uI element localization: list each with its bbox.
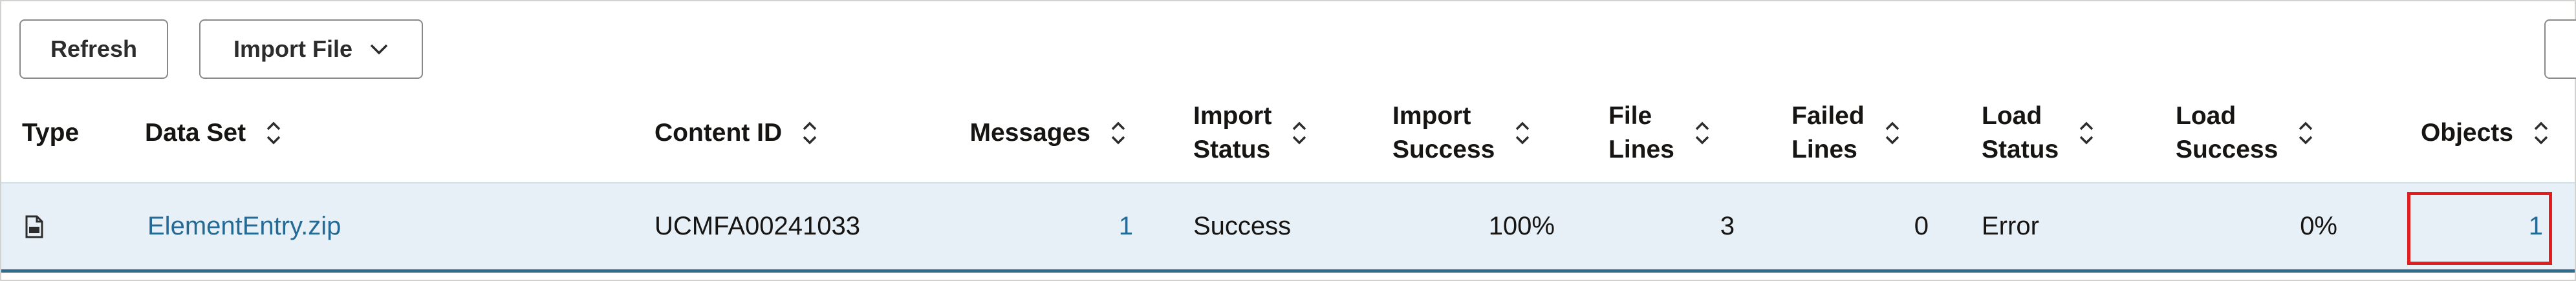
import-status-value: Success: [1193, 212, 1292, 240]
sort-icon[interactable]: [1694, 120, 1711, 147]
table-row[interactable]: ElementEntry.zip UCMFA00241033 1 Success…: [1, 182, 2575, 273]
column-header-objects[interactable]: Objects: [2355, 84, 2549, 182]
import-file-button-label: Import File: [233, 36, 352, 62]
sort-icon[interactable]: [265, 120, 282, 147]
table-header: Type Data Set Content ID Messages Import…: [1, 84, 2575, 182]
load-success-cell: 0%: [2174, 183, 2337, 269]
sort-icon[interactable]: [801, 120, 818, 147]
content-id-value: UCMFA00241033: [655, 212, 860, 240]
sort-icon[interactable]: [2297, 120, 2314, 147]
data-set-cell: ElementEntry.zip: [147, 183, 600, 269]
refresh-button[interactable]: Refresh: [19, 19, 168, 79]
column-header-failed-lines[interactable]: Failed Lines: [1791, 84, 1947, 182]
toolbar-overflow-button[interactable]: [2544, 19, 2576, 79]
objects-cell: 1: [2394, 183, 2543, 269]
sort-icon[interactable]: [2533, 120, 2549, 147]
messages-cell: 1: [1010, 183, 1133, 269]
column-header-import-success[interactable]: Import Success: [1392, 84, 1574, 182]
messages-link[interactable]: 1: [1119, 212, 1133, 241]
column-header-messages[interactable]: Messages: [933, 84, 1127, 182]
failed-lines-cell: 0: [1806, 183, 1929, 269]
sort-icon[interactable]: [1291, 120, 1308, 147]
sort-icon[interactable]: [1884, 120, 1901, 147]
column-header-load-success[interactable]: Load Success: [2176, 84, 2357, 182]
load-status-value: Error: [1982, 212, 2039, 240]
file-lines-cell: 3: [1605, 183, 1735, 269]
load-status-cell: Error: [1982, 183, 2130, 269]
import-success-cell: 100%: [1392, 183, 1555, 269]
column-header-file-lines[interactable]: File Lines: [1608, 84, 1751, 182]
column-header-load-status[interactable]: Load Status: [1982, 84, 2130, 182]
file-lines-value: 3: [1720, 212, 1735, 240]
sort-icon[interactable]: [1514, 120, 1531, 147]
content-id-cell: UCMFA00241033: [655, 183, 926, 269]
column-header-content-id[interactable]: Content ID: [655, 84, 913, 182]
load-success-value: 0%: [2300, 212, 2337, 240]
sort-icon[interactable]: [1110, 120, 1127, 147]
import-success-value: 100%: [1488, 212, 1555, 240]
import-file-button[interactable]: Import File: [199, 19, 423, 79]
type-cell: [25, 183, 63, 269]
data-set-link[interactable]: ElementEntry.zip: [147, 212, 341, 241]
sort-icon[interactable]: [2078, 120, 2095, 147]
failed-lines-value: 0: [1914, 212, 1929, 240]
column-header-import-status[interactable]: Import Status: [1193, 84, 1361, 182]
chevron-down-icon: [370, 44, 388, 55]
zip-file-icon: [25, 215, 43, 238]
import-status-cell: Success: [1193, 183, 1361, 269]
objects-link[interactable]: 1: [2529, 212, 2543, 241]
refresh-button-label: Refresh: [50, 36, 138, 62]
column-header-data-set[interactable]: Data Set: [145, 84, 404, 182]
column-header-type: Type: [22, 119, 80, 147]
